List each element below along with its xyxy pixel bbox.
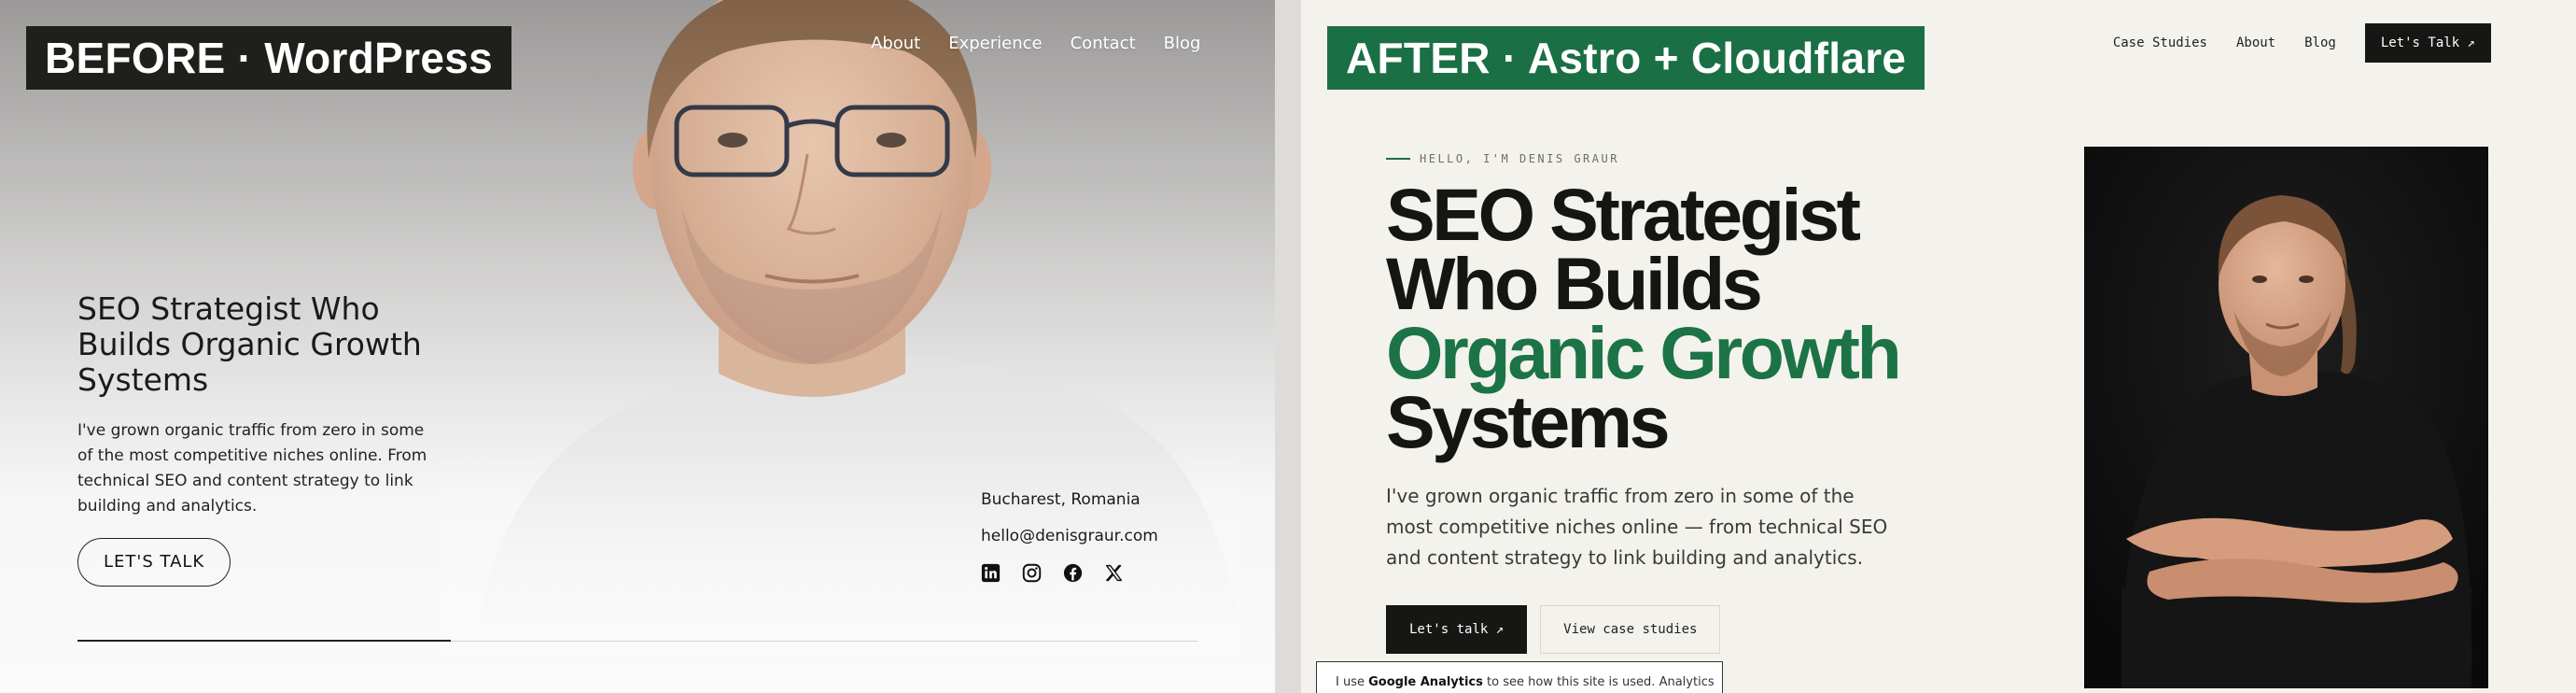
after-label: AFTER · Astro + Cloudflare [1327,26,1925,90]
eyebrow-text: HELLO, I'M DENIS GRAUR [1420,152,1619,165]
before-label: BEFORE · WordPress [26,26,511,90]
panel-divider [1275,0,1301,693]
hero-title-line-4: Systems [1386,380,1671,463]
nav-link-blog[interactable]: Blog [1164,34,1201,53]
after-nav: Case Studies About Blog Let's Talk ↗ [2113,23,2491,63]
hero-title: SEO Strategist Who Builds Organic Growth… [77,290,422,398]
location-text: Bucharest, Romania [981,490,1141,509]
email-link[interactable]: hello@denisgraur.com [981,527,1158,545]
hero-description: I've grown organic traffic from zero in … [77,421,427,516]
before-hero: SEO Strategist Who Builds Organic Growth… [77,291,469,587]
before-nav: About Experience Contact Blog [871,34,1228,53]
lets-talk-button[interactable]: Let's talk ↗ [1386,605,1528,654]
cookie-banner: I use Google Analytics to see how this s… [1316,661,1723,693]
hero-actions: Let's talk ↗ View case studies [1386,605,1721,654]
x-icon[interactable] [1104,563,1124,583]
portrait-illustration [2084,147,2488,688]
nav-link-case-studies[interactable]: Case Studies [2113,35,2207,50]
contact-block: Bucharest, Romania hello@denisgraur.com [981,490,1158,601]
linkedin-icon[interactable] [981,563,1001,583]
eyebrow-rule [1386,158,1410,160]
portrait-photo [2084,147,2488,688]
after-hero: SEO Strategist Who Builds Organic Growth… [1386,173,1983,573]
nav-link-contact[interactable]: Contact [1071,34,1136,53]
hero-title-line-1: SEO Strategist [1386,173,1861,256]
before-panel: BEFORE · WordPress About Experience Cont… [0,0,1275,693]
cookie-text-pre: I use [1336,675,1369,689]
nav-link-about[interactable]: About [2236,35,2275,50]
social-links [981,563,1158,583]
eyebrow: HELLO, I'M DENIS GRAUR [1386,152,1619,165]
hero-description: I've grown organic traffic from zero in … [1386,485,1888,569]
nav-link-about[interactable]: About [871,34,920,53]
cookie-text-bold: Google Analytics [1368,675,1483,689]
nav-link-experience[interactable]: Experience [948,34,1042,53]
cookie-text-post: to see how this site is used. Analytics [1482,675,1715,689]
facebook-icon[interactable] [1063,563,1083,583]
nav-link-blog[interactable]: Blog [2304,35,2336,50]
nav-lets-talk-button[interactable]: Let's Talk ↗ [2364,23,2491,63]
hero-title-highlight: Organic Growth [1386,311,1902,394]
view-case-studies-button[interactable]: View case studies [1540,605,1721,654]
after-panel: AFTER · Astro + Cloudflare Case Studies … [1301,0,2576,693]
lets-talk-button[interactable]: LET'S TALK [77,538,231,587]
instagram-icon[interactable] [1022,563,1042,583]
hero-title-line-2: Who Builds [1386,242,1763,325]
hero-title: SEO Strategist Who Builds Organic Growth… [1386,173,1983,463]
progress-indicator [77,640,451,642]
